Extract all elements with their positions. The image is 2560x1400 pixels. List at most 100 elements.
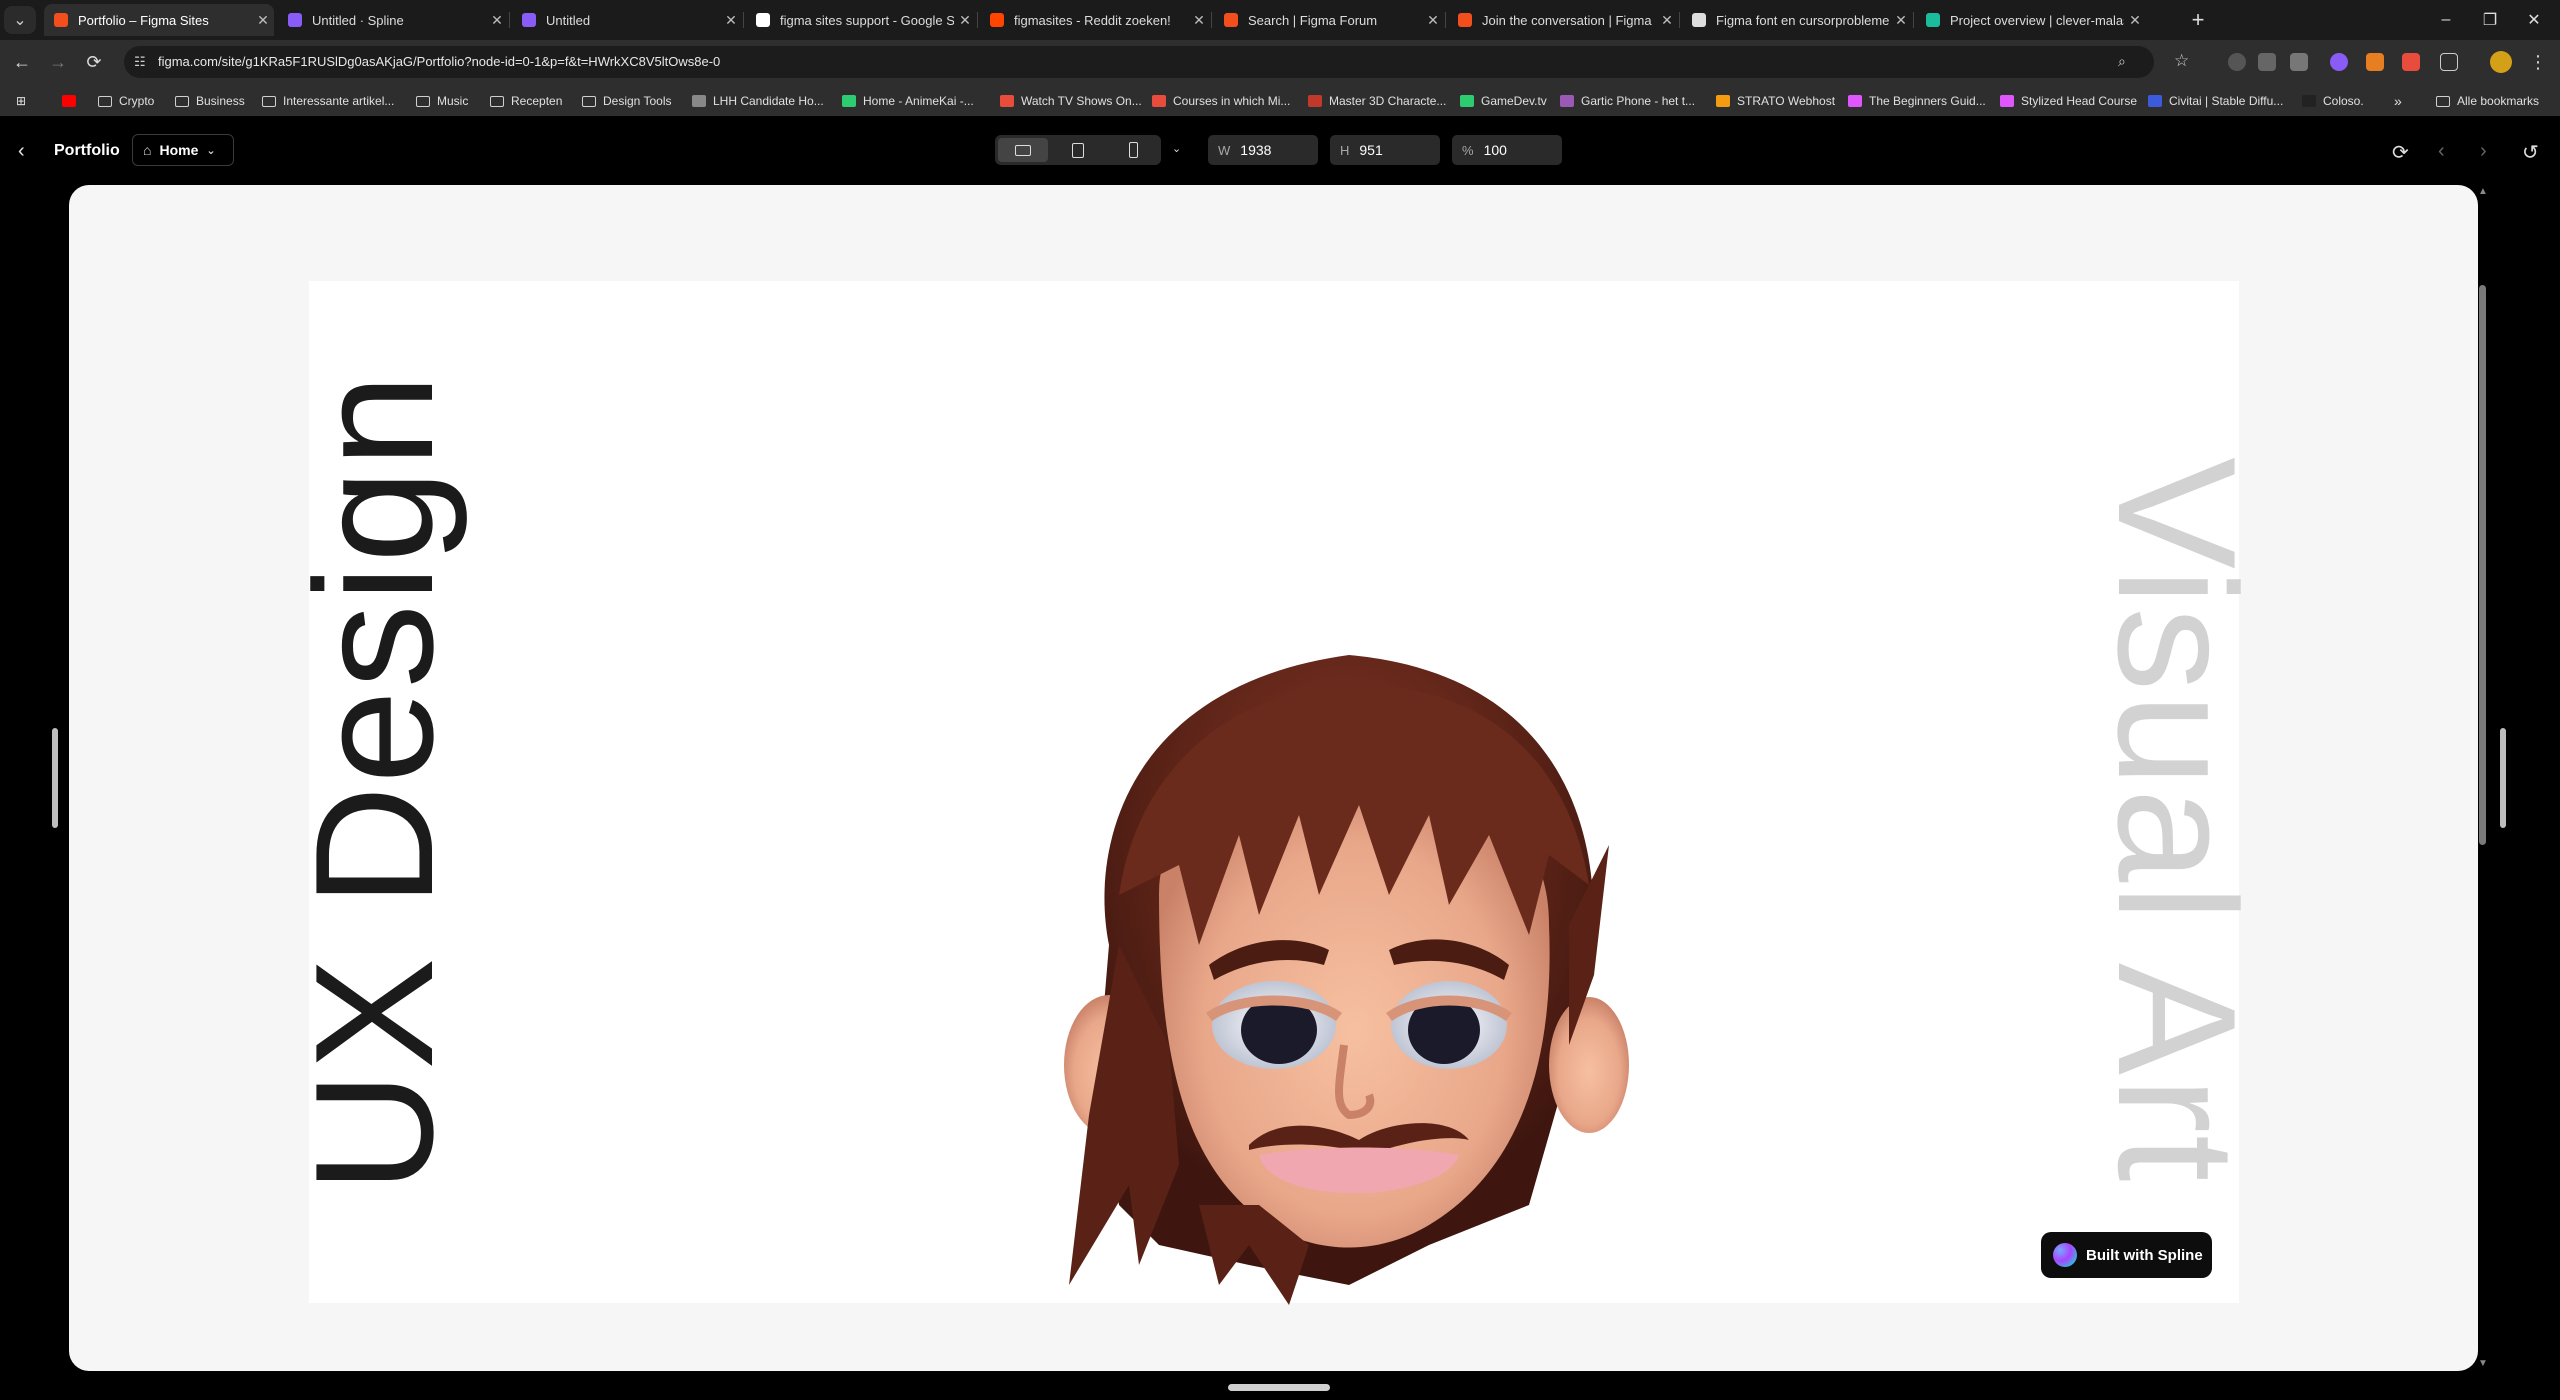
- zoom-label: %: [1462, 142, 1474, 158]
- tab-favicon-icon: [1458, 13, 1472, 27]
- browser-tab[interactable]: figmasites - Reddit zoeken! ✕: [980, 4, 1210, 36]
- bookmark-item[interactable]: Business: [175, 92, 245, 110]
- bookmark-item[interactable]: [62, 92, 83, 110]
- width-value[interactable]: 1938: [1240, 142, 1271, 158]
- bookmark-item[interactable]: Crypto: [98, 92, 154, 110]
- tab-close-icon[interactable]: ✕: [1188, 12, 1210, 29]
- tab-close-icon[interactable]: ✕: [252, 12, 274, 29]
- bookmark-item[interactable]: STRATO Webhost: [1716, 92, 1835, 110]
- zoom-value[interactable]: 100: [1484, 142, 1507, 158]
- bookmark-item[interactable]: The Beginners Guid...: [1848, 92, 1986, 110]
- extensions-puzzle-icon[interactable]: [2440, 53, 2458, 71]
- browser-tab-strip: ⌄ Portfolio – Figma Sites ✕ Untitled · Spl…: [0, 0, 2560, 40]
- scrollbar-thumb[interactable]: [2479, 285, 2486, 845]
- bookmark-item[interactable]: GameDev.tv: [1460, 92, 1547, 110]
- minimize-window-icon[interactable]: –: [2424, 4, 2468, 36]
- bookmark-item[interactable]: Coloso.: [2302, 92, 2364, 110]
- folder-icon: [262, 95, 276, 107]
- extension-icon[interactable]: [2290, 53, 2308, 71]
- bookmark-label: GameDev.tv: [1481, 94, 1547, 108]
- address-bar[interactable]: ☷ figma.com/site/g1KRa5F1RUSlDg0asAKjaG/…: [124, 46, 2189, 78]
- tab-title: Search | Figma Forum: [1248, 12, 1378, 28]
- back-arrow-icon[interactable]: ←: [6, 46, 38, 78]
- resize-handle-right[interactable]: [2500, 728, 2506, 828]
- browser-tab[interactable]: Untitled ✕: [512, 4, 742, 36]
- tab-separator: [743, 12, 744, 28]
- all-bookmarks-folder[interactable]: Alle bookmarks: [2436, 92, 2539, 110]
- tab-close-icon[interactable]: ✕: [2124, 12, 2146, 29]
- height-label: H: [1340, 142, 1350, 158]
- device-options-chevron-icon[interactable]: ⌄: [1172, 142, 1181, 155]
- back-chevron-icon[interactable]: ‹: [18, 140, 25, 163]
- tab-close-icon[interactable]: ✕: [954, 12, 976, 29]
- extension-icon[interactable]: [2366, 53, 2384, 71]
- browser-tab[interactable]: Join the conversation | Figma F ✕: [1448, 4, 1678, 36]
- page-selector-dropdown[interactable]: ⌂ Home ⌄: [132, 134, 234, 166]
- bookmark-item[interactable]: Gartic Phone - het t...: [1560, 92, 1695, 110]
- browser-tab[interactable]: Search | Figma Forum ✕: [1214, 4, 1444, 36]
- browser-tab[interactable]: Figma font en cursorproblemen ✕: [1682, 4, 1912, 36]
- camera-extension-icon[interactable]: [2258, 53, 2276, 71]
- visual-art-heading: Visual Art: [2083, 457, 2271, 1184]
- folder-icon: [98, 95, 112, 107]
- bookmark-item[interactable]: Interessante artikel...: [262, 92, 394, 110]
- bookmark-item[interactable]: Courses in which Mi...: [1152, 92, 1290, 110]
- mobile-view-button[interactable]: [1108, 138, 1158, 162]
- resize-handle-bottom[interactable]: [1228, 1384, 1330, 1391]
- new-tab-button[interactable]: +: [2184, 6, 2212, 34]
- bookmark-label: Crypto: [119, 94, 155, 108]
- close-window-icon[interactable]: ✕: [2512, 4, 2556, 36]
- height-field[interactable]: H 951: [1330, 135, 1440, 165]
- extension-icon[interactable]: [2402, 53, 2420, 71]
- bookmark-item[interactable]: Master 3D Characte...: [1308, 92, 1446, 110]
- zoom-magnifier-icon[interactable]: ⌕: [2118, 53, 2126, 70]
- extension-icon[interactable]: [2228, 53, 2246, 71]
- forward-arrow-icon[interactable]: →: [42, 46, 74, 78]
- bookmark-item[interactable]: Civitai | Stable Diffu...: [2148, 92, 2283, 110]
- bookmark-item[interactable]: Watch TV Shows On...: [1000, 92, 1142, 110]
- tab-close-icon[interactable]: ✕: [720, 12, 742, 29]
- height-value[interactable]: 951: [1359, 142, 1382, 158]
- bookmark-item[interactable]: LHH Candidate Ho...: [692, 92, 824, 110]
- menu-kebab-icon[interactable]: ⋮: [2522, 46, 2554, 78]
- tablet-view-button[interactable]: [1053, 138, 1103, 162]
- bookmark-star-icon[interactable]: ☆: [2174, 51, 2189, 71]
- browser-tab[interactable]: Portfolio – Figma Sites ✕: [44, 4, 274, 36]
- browser-tab[interactable]: Project overview | clever-malas ✕: [1916, 4, 2146, 36]
- reset-undo-icon[interactable]: ↺: [2522, 140, 2539, 165]
- bookmark-label: Master 3D Characte...: [1329, 94, 1447, 108]
- scroll-down-arrow-icon[interactable]: ▼: [2478, 1358, 2488, 1369]
- 3d-character-head[interactable]: [1049, 645, 1649, 1305]
- bookmark-item[interactable]: Stylized Head Course: [2000, 92, 2137, 110]
- bookmark-item[interactable]: Design Tools: [582, 92, 671, 110]
- tab-close-icon[interactable]: ✕: [1422, 12, 1444, 29]
- site-info-icon[interactable]: ☷: [134, 54, 150, 70]
- apps-grid-icon[interactable]: ⊞: [16, 92, 26, 110]
- ux-design-heading: UX Design: [280, 371, 468, 1193]
- scroll-up-arrow-icon[interactable]: ▲: [2478, 186, 2488, 197]
- profile-avatar[interactable]: [2490, 51, 2512, 73]
- browser-tab[interactable]: figma sites support - Google Se ✕: [746, 4, 976, 36]
- bookmark-item[interactable]: Recepten: [490, 92, 562, 110]
- bookmark-item[interactable]: Music: [416, 92, 468, 110]
- restore-window-icon[interactable]: ❐: [2468, 4, 2512, 36]
- tab-close-icon[interactable]: ✕: [486, 12, 508, 29]
- refresh-preview-icon[interactable]: ⟳: [2392, 140, 2409, 165]
- bookmark-label: Music: [437, 94, 469, 108]
- next-page-icon[interactable]: ›: [2480, 140, 2487, 163]
- tab-close-icon[interactable]: ✕: [1656, 12, 1678, 29]
- bookmarks-overflow-icon[interactable]: »: [2394, 92, 2402, 110]
- previous-page-icon[interactable]: ‹: [2438, 140, 2445, 163]
- bookmark-item[interactable]: Home - AnimeKai -...: [842, 92, 974, 110]
- reload-icon[interactable]: ⟳: [78, 46, 110, 78]
- browser-tab[interactable]: Untitled · Spline ✕: [278, 4, 508, 36]
- extension-icon[interactable]: [2330, 53, 2348, 71]
- width-field[interactable]: W 1938: [1208, 135, 1318, 165]
- zoom-field[interactable]: % 100: [1452, 135, 1562, 165]
- built-with-spline-badge[interactable]: Built with Spline: [2041, 1232, 2212, 1278]
- desktop-view-button[interactable]: [998, 138, 1048, 162]
- resize-handle-left[interactable]: [52, 728, 58, 828]
- tab-search-chevron-icon[interactable]: ⌄: [4, 6, 36, 34]
- url-text[interactable]: figma.com/site/g1KRa5F1RUSlDg0asAKjaG/Po…: [158, 54, 720, 69]
- tab-close-icon[interactable]: ✕: [1890, 12, 1912, 29]
